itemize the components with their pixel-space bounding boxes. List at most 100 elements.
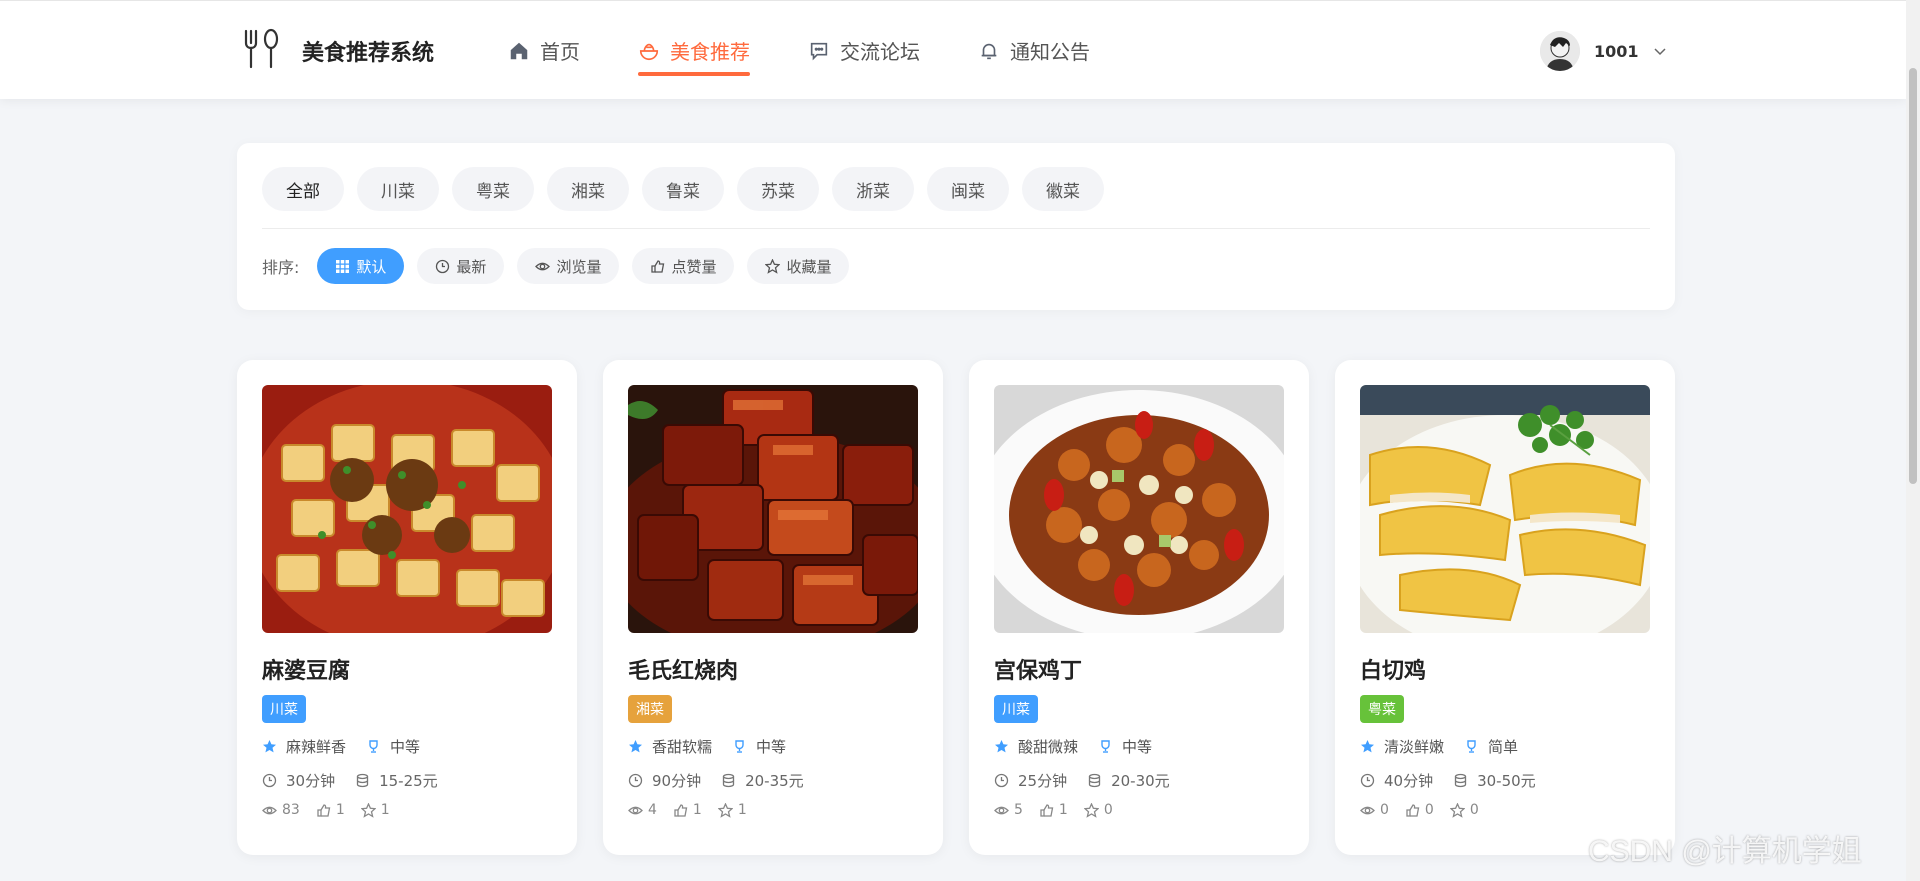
username: 1001 <box>1594 41 1639 61</box>
favorites-count: 0 <box>1469 802 1479 818</box>
cook-time: 90分钟 <box>652 772 702 790</box>
main-nav: 首页 美食推荐 交流论坛 通知公告 <box>508 1 1148 100</box>
star-filled-icon <box>994 739 1009 754</box>
flavor-text: 麻辣鲜香 <box>286 738 347 756</box>
dish-name: 毛氏红烧肉 <box>628 659 739 684</box>
logo[interactable]: 美食推荐系统 <box>240 27 434 75</box>
scrollbar-thumb[interactable] <box>1909 68 1917 484</box>
category-shandong[interactable]: 鲁菜 <box>642 167 724 211</box>
dish-meta-time-price: 25分钟 20-30元 <box>994 770 1190 791</box>
views-count: 5 <box>1014 802 1023 818</box>
divider <box>262 228 1650 229</box>
dish-card[interactable]: 白切鸡 粤菜 清淡鲜嫩 简单 40分钟 30-50元 0 0 0 <box>1335 360 1675 855</box>
flavor-text: 香甜软糯 <box>652 738 713 756</box>
sort-default-button[interactable]: 默认 <box>317 248 405 284</box>
dish-name: 白切鸡 <box>1360 659 1427 684</box>
trophy-icon <box>1098 739 1113 754</box>
dish-meta-flavor: 清淡鲜嫩 简单 <box>1360 736 1538 757</box>
dish-card[interactable]: 宫保鸡丁 川菜 酸甜微辣 中等 25分钟 20-30元 5 1 0 <box>969 360 1309 855</box>
grid-icon <box>335 259 350 274</box>
star-icon <box>360 802 376 818</box>
likes-count: 1 <box>1058 802 1068 818</box>
user-menu[interactable]: 1001 <box>1540 31 1667 71</box>
dish-name: 宫保鸡丁 <box>994 659 1083 684</box>
sort-likes-label: 点赞量 <box>671 257 717 276</box>
nav-home[interactable]: 首页 <box>508 1 580 100</box>
coins-icon <box>1087 773 1102 788</box>
cuisine-tag[interactable]: 湘菜 <box>628 695 672 723</box>
cook-time: 40分钟 <box>1384 772 1434 790</box>
eye-icon <box>1360 803 1375 818</box>
star-icon <box>765 258 781 274</box>
dish-card[interactable]: 麻婆豆腐 川菜 麻辣鲜香 中等 30分钟 15-25元 83 1 1 <box>237 360 577 855</box>
sort-views-button[interactable]: 浏览量 <box>517 248 620 284</box>
flavor-text: 清淡鲜嫩 <box>1384 738 1445 756</box>
avatar <box>1540 31 1580 71</box>
category-zhejiang[interactable]: 浙菜 <box>832 167 914 211</box>
difficulty-text: 简单 <box>1488 738 1519 756</box>
star-filled-icon <box>628 739 643 754</box>
dish-meta-flavor: 麻辣鲜香 中等 <box>262 736 440 757</box>
category-fujian[interactable]: 闽菜 <box>927 167 1009 211</box>
fork-spoon-icon <box>240 27 284 75</box>
clock-icon <box>994 773 1009 788</box>
eye-icon <box>262 803 277 818</box>
trophy-icon <box>1464 739 1479 754</box>
dish-image <box>994 385 1284 633</box>
thumb-up-icon <box>316 803 331 818</box>
sort-latest-button[interactable]: 最新 <box>417 248 505 284</box>
dish-image <box>262 385 552 633</box>
category-hunan[interactable]: 湘菜 <box>547 167 629 211</box>
dish-meta-flavor: 香甜软糯 中等 <box>628 736 806 757</box>
views-count: 0 <box>1380 802 1389 818</box>
category-jiangsu[interactable]: 苏菜 <box>737 167 819 211</box>
thumb-up-icon <box>673 803 688 818</box>
trophy-icon <box>366 739 381 754</box>
star-icon <box>1083 802 1099 818</box>
star-filled-icon <box>262 739 277 754</box>
difficulty-text: 中等 <box>390 738 421 756</box>
flavor-text: 酸甜微辣 <box>1018 738 1079 756</box>
food-bowl-icon <box>638 40 660 62</box>
sort-default-label: 默认 <box>356 257 387 276</box>
cuisine-tag[interactable]: 川菜 <box>994 695 1038 723</box>
eye-icon <box>628 803 643 818</box>
star-filled-icon <box>1360 739 1375 754</box>
eye-icon <box>535 259 551 274</box>
category-filter: 全部 川菜 粤菜 湘菜 鲁菜 苏菜 浙菜 闽菜 徽菜 <box>262 167 1117 211</box>
category-sichuan[interactable]: 川菜 <box>357 167 439 211</box>
dish-meta-time-price: 90分钟 20-35元 <box>628 770 824 791</box>
watermark: CSDN @计算机学姐 <box>1588 835 1862 868</box>
category-cantonese[interactable]: 粤菜 <box>452 167 534 211</box>
difficulty-text: 中等 <box>1122 738 1153 756</box>
views-count: 4 <box>648 802 657 818</box>
dish-meta-time-price: 30分钟 15-25元 <box>262 770 458 791</box>
dish-meta-time-price: 40分钟 30-50元 <box>1360 770 1556 791</box>
clock-icon <box>435 259 450 274</box>
nav-food-recommend[interactable]: 美食推荐 <box>638 1 750 100</box>
nav-forum[interactable]: 交流论坛 <box>808 1 920 100</box>
category-anhui[interactable]: 徽菜 <box>1022 167 1104 211</box>
cuisine-tag[interactable]: 川菜 <box>262 695 306 723</box>
cuisine-tag[interactable]: 粤菜 <box>1360 695 1404 723</box>
sort-favorites-button[interactable]: 收藏量 <box>747 248 850 284</box>
price-range: 30-50元 <box>1477 772 1536 790</box>
sort-likes-button[interactable]: 点赞量 <box>632 248 735 284</box>
price-range: 15-25元 <box>379 772 438 790</box>
coins-icon <box>355 773 370 788</box>
favorites-count: 1 <box>380 802 390 818</box>
likes-count: 1 <box>335 802 345 818</box>
clock-icon <box>628 773 643 788</box>
dish-card[interactable]: 毛氏红烧肉 湘菜 香甜软糯 中等 90分钟 20-35元 4 1 1 <box>603 360 943 855</box>
thumb-up-icon <box>1405 803 1420 818</box>
dish-name: 麻婆豆腐 <box>262 659 351 684</box>
vertical-scrollbar[interactable] <box>1906 0 1920 881</box>
coins-icon <box>721 773 736 788</box>
trophy-icon <box>732 739 747 754</box>
difficulty-text: 中等 <box>756 738 787 756</box>
sort-latest-label: 最新 <box>456 257 487 276</box>
nav-notice-label: 通知公告 <box>1010 40 1090 64</box>
cook-time: 25分钟 <box>1018 772 1068 790</box>
nav-notice[interactable]: 通知公告 <box>978 1 1090 100</box>
category-all[interactable]: 全部 <box>262 167 344 211</box>
